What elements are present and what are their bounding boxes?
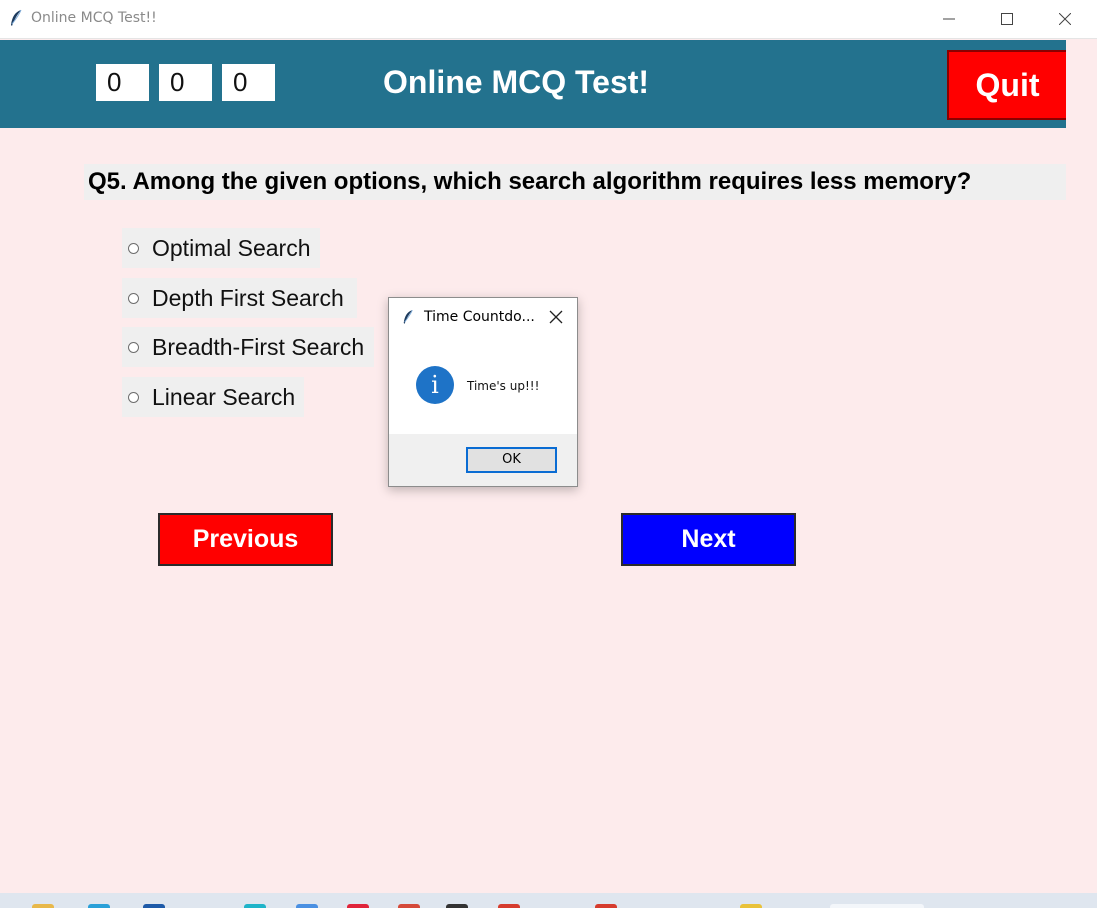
dialog-close-icon[interactable] <box>548 309 564 325</box>
taskbar <box>0 893 1097 908</box>
question-text: Q5. Among the given options, which searc… <box>84 164 1066 200</box>
taskbar-app-icon[interactable] <box>143 904 165 908</box>
previous-button[interactable]: Previous <box>158 513 333 566</box>
taskbar-store-icon[interactable] <box>88 904 110 908</box>
dialog-footer: OK <box>389 434 577 486</box>
feather-icon <box>403 309 413 324</box>
maximize-button[interactable] <box>978 0 1036 38</box>
radio-button[interactable] <box>128 242 139 254</box>
option-radio-2[interactable]: Depth First Search <box>122 278 357 318</box>
quit-button[interactable]: Quit <box>947 50 1066 120</box>
dialog-title: Time Countdo... <box>424 309 535 325</box>
taskbar-app-icon[interactable] <box>740 904 762 908</box>
next-button[interactable]: Next <box>621 513 796 566</box>
window-titlebar: Online MCQ Test!! <box>0 0 1097 39</box>
app-title: Online MCQ Test! <box>383 64 650 100</box>
taskbar-app-icon[interactable] <box>398 904 420 908</box>
timer-minutes: 0 <box>159 64 212 101</box>
taskbar-app-icon[interactable] <box>595 904 617 908</box>
option-label: Linear Search <box>152 383 296 410</box>
ok-button[interactable]: OK <box>466 447 557 473</box>
option-radio-1[interactable]: Optimal Search <box>122 228 320 268</box>
option-radio-4[interactable]: Linear Search <box>122 377 304 417</box>
taskbar-app-icon[interactable] <box>347 904 369 908</box>
radio-button[interactable] <box>128 391 139 403</box>
feather-icon <box>11 9 22 26</box>
dialog-message: Time's up!!! <box>467 379 540 393</box>
app-header: 0 0 0 Online MCQ Test! Quit <box>0 40 1066 128</box>
option-radio-3[interactable]: Breadth-First Search <box>122 327 374 367</box>
taskbar-active-app[interactable] <box>830 904 924 908</box>
maximize-icon <box>1001 13 1013 25</box>
timer-seconds: 0 <box>222 64 275 101</box>
taskbar-app-icon[interactable] <box>498 904 520 908</box>
time-up-dialog: Time Countdo... i Time's up!!! OK <box>388 297 578 487</box>
minimize-icon <box>943 18 955 20</box>
taskbar-app-icon[interactable] <box>296 904 318 908</box>
info-icon: i <box>416 366 454 404</box>
taskbar-app-icon[interactable] <box>446 904 468 908</box>
close-icon <box>1059 13 1071 25</box>
taskbar-folder-icon[interactable] <box>32 904 54 908</box>
timer-hours: 0 <box>96 64 149 101</box>
window-title: Online MCQ Test!! <box>31 10 157 26</box>
taskbar-app-icon[interactable] <box>244 904 266 908</box>
close-button[interactable] <box>1036 0 1094 38</box>
radio-button[interactable] <box>128 292 139 304</box>
radio-button[interactable] <box>128 341 139 353</box>
minimize-button[interactable] <box>920 0 978 38</box>
option-label: Optimal Search <box>152 234 311 261</box>
option-label: Depth First Search <box>152 284 344 311</box>
option-label: Breadth-First Search <box>152 333 365 360</box>
